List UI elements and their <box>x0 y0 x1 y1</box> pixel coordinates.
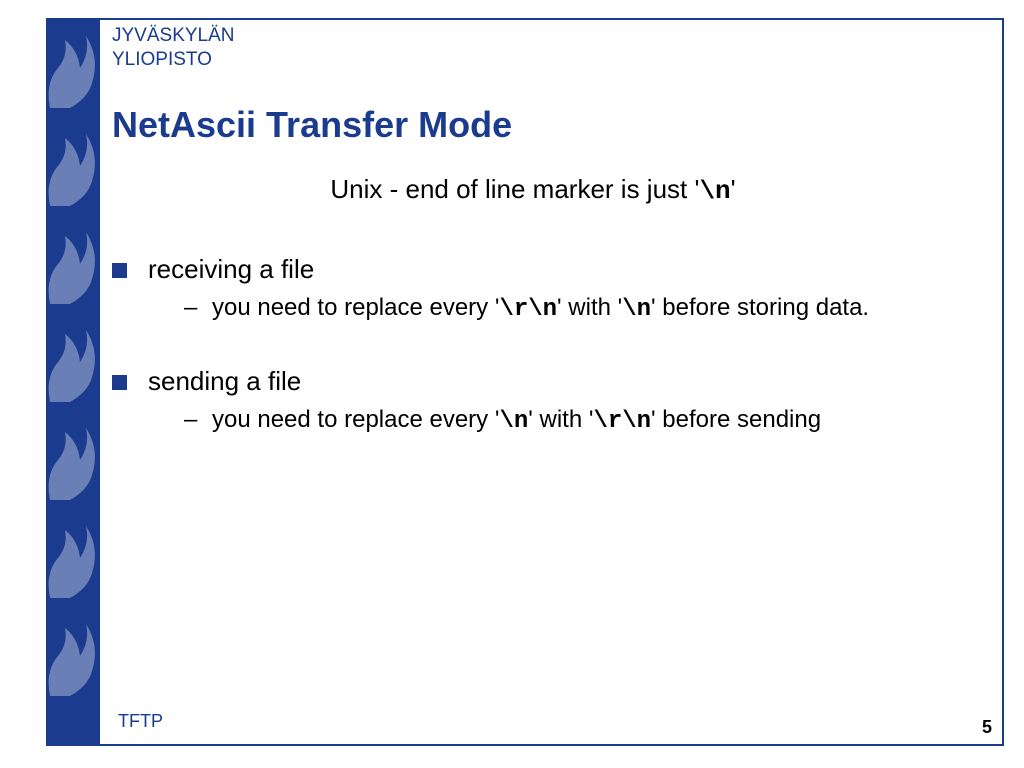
bullet-text: receiving a file <box>148 254 314 284</box>
subtitle-post: ' <box>731 174 736 204</box>
subtitle-code: \n <box>699 176 730 206</box>
slide-title: NetAscii Transfer Mode <box>112 104 994 146</box>
sub-item: you need to replace every '\r\n' with '\… <box>184 291 994 327</box>
list-item: receiving a file you need to replace eve… <box>112 254 994 327</box>
list-item: sending a file you need to replace every… <box>112 366 994 439</box>
org-line2: YLIOPISTO <box>112 49 212 70</box>
bullet-list: receiving a file you need to replace eve… <box>112 254 994 439</box>
org-line1: JYVÄSKYLÄN <box>112 25 235 46</box>
footer-label: TFTP <box>118 711 163 732</box>
slide: JYVÄSKYLÄN YLIOPISTO NetAscii Transfer M… <box>0 0 1024 768</box>
subtitle-pre: Unix - end of line marker is just ' <box>330 174 699 204</box>
bullet-text: sending a file <box>148 366 301 396</box>
subtitle: Unix - end of line marker is just '\n' <box>112 174 994 206</box>
sub-item: you need to replace every '\n' with '\r\… <box>184 403 994 439</box>
organization-name: JYVÄSKYLÄN YLIOPISTO <box>112 24 994 72</box>
sidebar-decoration <box>46 18 100 746</box>
page-number: 5 <box>982 717 992 738</box>
content-area: JYVÄSKYLÄN YLIOPISTO NetAscii Transfer M… <box>112 24 994 738</box>
